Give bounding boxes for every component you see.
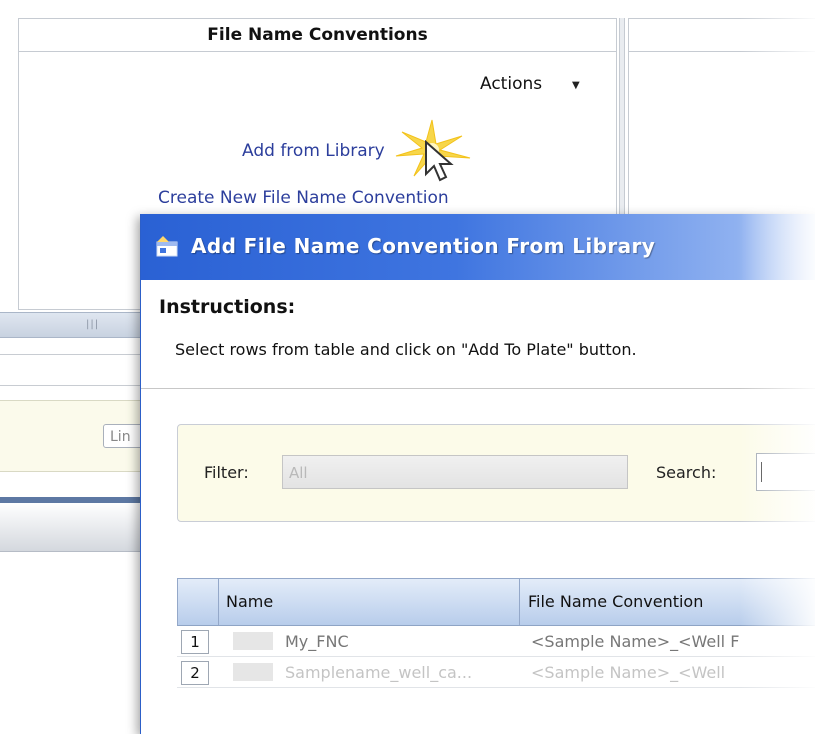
scroll-grip-icon[interactable]: ||| [86,319,99,330]
row-name-cell[interactable]: My_FNC [285,632,349,651]
create-new-convention-link[interactable]: Create New File Name Convention [158,188,449,208]
row-checkbox[interactable] [233,663,273,681]
section-body [0,552,160,722]
divider [0,385,160,386]
column-header-name[interactable]: Name [226,592,273,611]
table-row[interactable]: 1 My_FNC <Sample Name>_<Well F [177,626,815,657]
table-header: Name File Name Convention [177,578,815,626]
row-convention-cell[interactable]: <Sample Name>_<Well [531,663,725,682]
divider [141,388,815,389]
panel-title: File Name Conventions [19,19,616,52]
add-from-library-dialog: Add File Name Convention From Library In… [140,214,815,734]
right-panel-header [629,19,815,52]
app-window-icon [156,236,178,257]
instructions-text: Select rows from table and click on "Add… [175,340,637,359]
library-table: Name File Name Convention 1 My_FNC <Samp… [177,578,815,688]
section-header [0,503,160,552]
row-convention-cell[interactable]: <Sample Name>_<Well F [531,632,739,651]
row-checkbox[interactable] [233,632,273,650]
text-caret [761,462,762,482]
filter-select[interactable]: All [282,455,628,489]
instructions-heading: Instructions: [159,296,296,318]
table-row[interactable]: 2 Samplename_well_ca... <Sample Name>_<W… [177,657,815,688]
mouse-cursor-icon [425,140,454,182]
row-number[interactable]: 2 [181,661,209,685]
divider [0,354,160,355]
dialog-title-bar[interactable]: Add File Name Convention From Library [141,214,815,280]
horizontal-scrollbar[interactable]: ||| [0,312,160,338]
search-label: Search: [656,463,717,482]
add-from-library-link[interactable]: Add from Library [242,141,385,161]
search-input[interactable] [756,453,815,491]
row-number[interactable]: 1 [181,630,209,654]
filter-label: Filter: [204,463,249,482]
column-header-convention[interactable]: File Name Convention [528,592,703,611]
dropdown-caret-icon[interactable]: ▼ [572,80,580,91]
column-separator[interactable] [519,579,520,625]
actions-menu[interactable]: Actions [480,74,542,94]
dialog-title: Add File Name Convention From Library [191,234,656,258]
row-name-cell[interactable]: Samplename_well_ca... [285,663,472,682]
filter-panel: Filter: All Search: [177,424,815,522]
header-corner[interactable] [178,579,219,625]
